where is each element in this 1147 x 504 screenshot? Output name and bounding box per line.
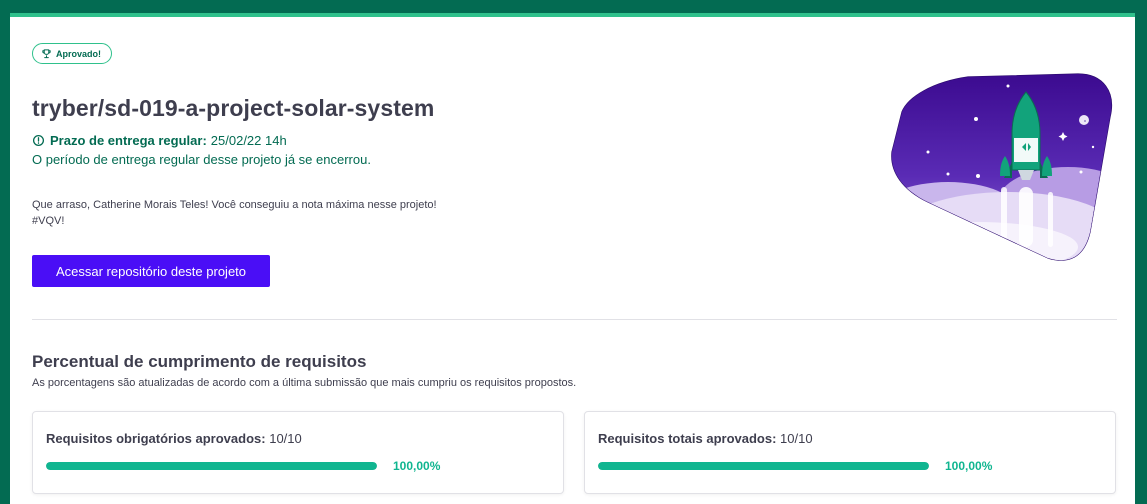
requirement-count: 10/10 <box>269 431 302 446</box>
clock-alert-icon <box>32 134 45 147</box>
mandatory-requirements-card: Requisitos obrigatórios aprovados: 10/10… <box>32 411 564 494</box>
section-divider <box>32 319 1117 320</box>
deadline-label: Prazo de entrega regular: <box>50 133 207 148</box>
progress-bar <box>46 462 377 470</box>
congrats-line: Que arraso, Catherine Morais Teles! Você… <box>32 199 437 211</box>
deadline-closed-message: O período de entrega regular desse proje… <box>32 152 371 167</box>
project-title: tryber/sd-019-a-project-solar-system <box>32 95 435 121</box>
trophy-icon <box>42 49 51 59</box>
approved-badge-label: Aprovado! <box>56 48 101 59</box>
requirement-label: Requisitos totais aprovados: <box>598 431 777 446</box>
approved-badge: Aprovado! <box>32 43 112 64</box>
progress-percent: 100,00% <box>945 459 993 473</box>
deadline-value: 25/02/22 14h <box>210 133 287 148</box>
total-requirements-card: Requisitos totais aprovados: 10/10 100,0… <box>584 411 1116 494</box>
requirement-label: Requisitos obrigatórios aprovados: <box>46 431 266 446</box>
top-band <box>0 0 1147 13</box>
requirement-label-row: Requisitos totais aprovados: 10/10 <box>598 431 813 446</box>
requirements-subtitle: As porcentagens são atualizadas de acord… <box>32 377 577 389</box>
access-repository-button[interactable]: Acessar repositório deste projeto <box>32 255 270 287</box>
progress-percent: 100,00% <box>393 459 441 473</box>
requirement-label-row: Requisitos obrigatórios aprovados: 10/10 <box>46 431 302 446</box>
rocket-illustration <box>891 73 1112 261</box>
congrats-message: Que arraso, Catherine Morais Teles! Você… <box>32 197 437 229</box>
progress-bar <box>598 462 929 470</box>
congrats-hashtag: #VQV! <box>32 215 65 227</box>
progress-bar-fill <box>598 462 929 470</box>
project-card: Aprovado! tryber/sd-019-a-project-solar-… <box>10 17 1135 504</box>
requirements-title: Percentual de cumprimento de requisitos <box>32 352 367 371</box>
deadline-row: Prazo de entrega regular: 25/02/22 14h <box>32 133 287 148</box>
requirement-count: 10/10 <box>780 431 813 446</box>
progress-bar-fill <box>46 462 377 470</box>
